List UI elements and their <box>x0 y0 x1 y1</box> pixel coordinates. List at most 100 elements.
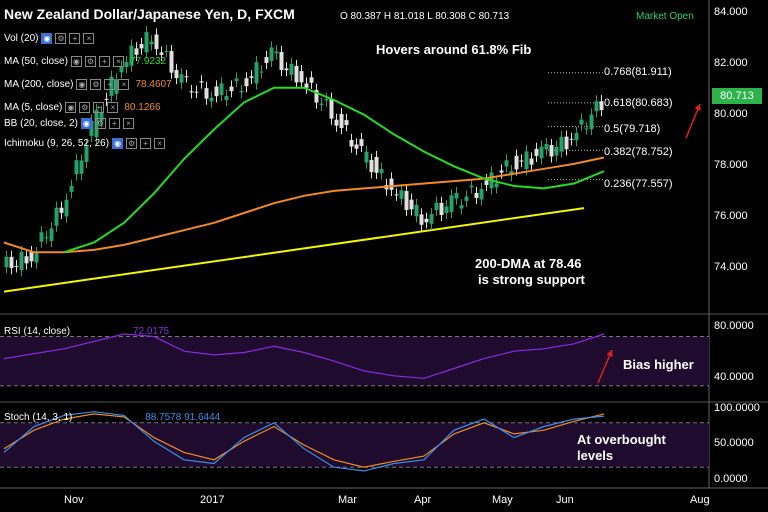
candle-body <box>209 97 214 102</box>
candle-body <box>514 155 519 170</box>
close-icon[interactable]: × <box>107 102 119 113</box>
candle-body <box>544 144 549 150</box>
eye-icon[interactable]: ◉ <box>80 118 92 129</box>
candle-body <box>274 51 279 54</box>
candle-body <box>344 120 349 125</box>
candle-body <box>169 51 174 73</box>
candle-body <box>264 57 269 64</box>
chart-window: New Zealand Dollar/Japanese Yen, D, FXCM… <box>0 0 768 512</box>
candle-body <box>574 133 579 141</box>
eye-icon[interactable]: ◉ <box>112 138 124 149</box>
support-annotation-line1: 200-DMA at 78.46 <box>475 256 582 271</box>
stoch-y-tick-label: 50.0000 <box>714 437 754 449</box>
eye-icon[interactable]: ◉ <box>70 56 82 67</box>
candle-body <box>349 139 354 147</box>
settings-icon[interactable]: ⚙ <box>90 79 102 90</box>
add-icon[interactable]: + <box>93 102 105 113</box>
candle-body <box>414 205 419 217</box>
indicator-row-bb[interactable]: BB (20, close, 2) ◉ ⚙ + × <box>4 118 134 129</box>
eye-icon[interactable]: ◉ <box>41 33 53 44</box>
close-icon[interactable]: × <box>112 56 124 67</box>
close-icon[interactable]: × <box>118 79 130 90</box>
indicator-row-ma200[interactable]: MA (200, close) ◉ ⚙ + × 78.4607 <box>4 79 172 90</box>
candle-body <box>184 76 189 78</box>
add-icon[interactable]: + <box>69 33 81 44</box>
candle-body <box>74 160 79 175</box>
candle-body <box>174 69 179 79</box>
candle-body <box>69 185 74 192</box>
add-icon[interactable]: + <box>140 138 152 149</box>
eye-icon[interactable]: ◉ <box>76 79 88 90</box>
settings-icon[interactable]: ⚙ <box>79 102 91 113</box>
indicator-value: 77.9232 <box>129 56 167 67</box>
candle-body <box>254 62 259 84</box>
candle-body <box>589 114 594 130</box>
candle-body <box>404 190 409 210</box>
x-tick-label: Mar <box>338 494 357 506</box>
candle-body <box>239 91 244 93</box>
candle-body <box>449 195 454 212</box>
candle-body <box>24 256 29 264</box>
candle-body <box>569 138 574 140</box>
candle-body <box>244 78 249 87</box>
x-tick-label: May <box>492 494 513 506</box>
candle-body <box>299 71 304 83</box>
candle-body <box>389 178 394 190</box>
y-tick-label: 74.000 <box>714 261 748 273</box>
add-icon[interactable]: + <box>104 79 116 90</box>
candle-body <box>64 199 69 217</box>
candle-body <box>524 151 529 170</box>
fib-level-label: 0.618(80.683) <box>604 97 673 109</box>
stoch-annotation-line2: levels <box>577 448 614 463</box>
candle-body <box>229 86 234 92</box>
candle-body <box>529 158 534 165</box>
fib-level-label: 0.382(78.752) <box>604 146 673 158</box>
settings-icon[interactable]: ⚙ <box>126 138 138 149</box>
candle-body <box>4 256 9 268</box>
candle-body <box>159 52 164 55</box>
candle-body <box>54 207 59 226</box>
candle-body <box>464 196 469 201</box>
close-icon[interactable]: × <box>122 118 134 129</box>
candle-body <box>374 156 379 173</box>
settings-icon[interactable]: ⚙ <box>55 33 67 44</box>
stoch-value: 88.7578 91.6444 <box>145 412 221 423</box>
candle-body <box>519 160 524 162</box>
candle-body <box>469 185 474 188</box>
candle-body <box>339 114 344 128</box>
candle-body <box>59 207 64 213</box>
eye-icon[interactable]: ◉ <box>65 102 77 113</box>
indicator-row-ma50[interactable]: MA (50, close) ◉ ⚙ + × 77.9232 <box>4 56 166 67</box>
rsi-pane-label[interactable]: RSI (14, close) 72.0175 <box>4 326 169 337</box>
candle-body <box>284 68 289 71</box>
fib-level-label: 0.236(77.557) <box>604 178 673 190</box>
indicator-label: MA (200, close) <box>4 79 74 90</box>
candle-body <box>594 101 599 112</box>
candle-body <box>279 51 284 71</box>
y-tick-label: 84.000 <box>714 6 748 18</box>
candle-body <box>559 136 564 152</box>
indicator-row-ichimoku[interactable]: Ichimoku (9, 26, 52, 26) ◉ ⚙ + × <box>4 138 166 149</box>
add-icon[interactable]: + <box>98 56 110 67</box>
candle-body <box>289 63 294 75</box>
indicator-row-ma5[interactable]: MA (5, close) ◉ ⚙ + × 80.1266 <box>4 102 161 113</box>
add-icon[interactable]: + <box>108 118 120 129</box>
x-tick-label: 2017 <box>200 494 225 506</box>
close-icon[interactable]: × <box>154 138 166 149</box>
settings-icon[interactable]: ⚙ <box>84 56 96 67</box>
stoch-pane-label[interactable]: Stoch (14, 3, 1) 88.7578 91.6444 <box>4 412 220 423</box>
close-icon[interactable]: × <box>83 33 95 44</box>
candle-body <box>219 83 224 95</box>
candle-body <box>534 148 539 156</box>
candle-body <box>249 76 254 78</box>
candle-body <box>309 77 314 83</box>
candle-body <box>329 98 334 119</box>
candle-body <box>269 47 274 61</box>
candle-body <box>444 206 449 214</box>
candle-body <box>539 146 544 159</box>
candle-body <box>234 78 239 82</box>
candle-body <box>34 253 39 263</box>
indicator-row-vol[interactable]: Vol (20) ◉ ⚙ + × <box>4 33 95 44</box>
settings-icon[interactable]: ⚙ <box>94 118 106 129</box>
candle-body <box>9 256 14 269</box>
